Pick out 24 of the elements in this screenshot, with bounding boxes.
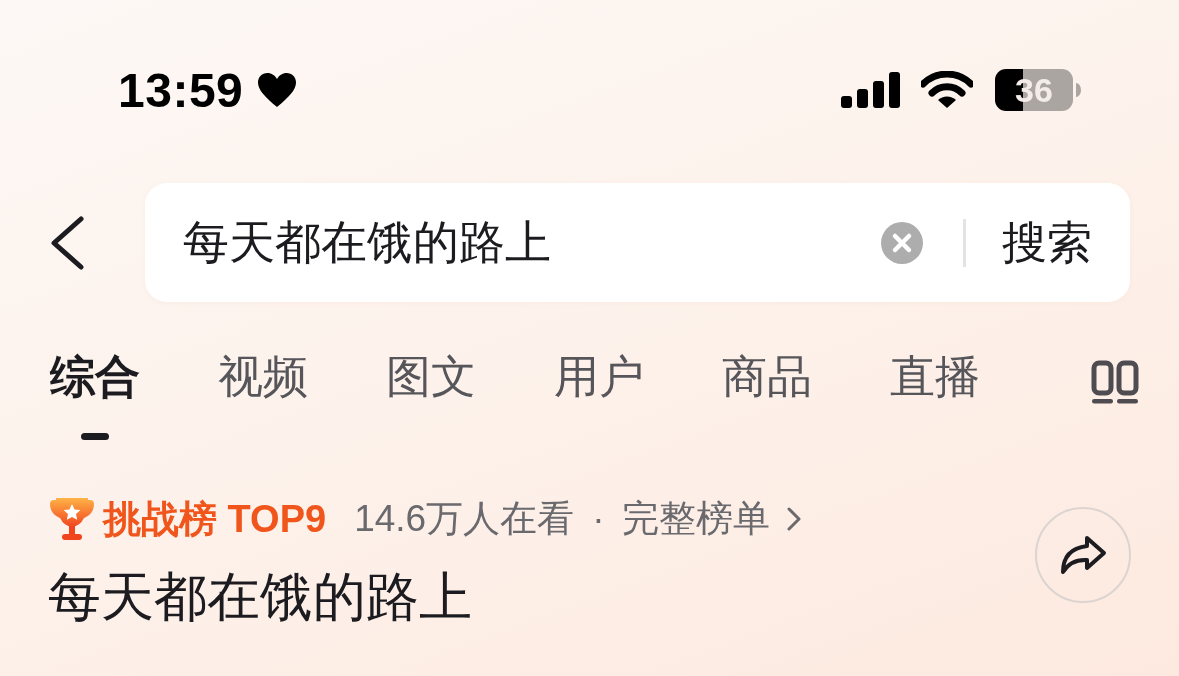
two-column-icon[interactable]: [1091, 360, 1139, 404]
wifi-icon: [921, 71, 973, 109]
separator-dot: ·: [592, 498, 605, 540]
signal-icon: [841, 72, 901, 108]
search-button[interactable]: 搜索: [1002, 212, 1092, 273]
chevron-icon: [786, 506, 803, 532]
clock-time: 13:59: [118, 62, 244, 118]
tab[interactable]: 直播: [890, 352, 980, 440]
tab[interactable]: 视频: [218, 352, 308, 440]
tab[interactable]: 商品: [722, 352, 812, 440]
share-button[interactable]: [1035, 507, 1131, 603]
share-icon: [1059, 535, 1107, 575]
tab[interactable]: 图文: [386, 352, 476, 440]
back-icon[interactable]: [48, 215, 86, 270]
trophy-icon: [48, 496, 96, 542]
search-field[interactable]: 每天都在饿的路上 搜索: [145, 183, 1130, 302]
tab[interactable]: 用户: [554, 352, 644, 440]
challenge-rank: 挑战榜 TOP9: [103, 496, 327, 542]
full-list-link[interactable]: 完整榜单: [622, 494, 803, 544]
battery-cap-icon: [1076, 83, 1081, 97]
tab[interactable]: 综合: [50, 352, 140, 440]
result-title: 每天都在饿的路上: [48, 568, 472, 627]
heart-icon: [257, 72, 298, 108]
viewer-count: 14.6万人在看: [354, 497, 575, 541]
